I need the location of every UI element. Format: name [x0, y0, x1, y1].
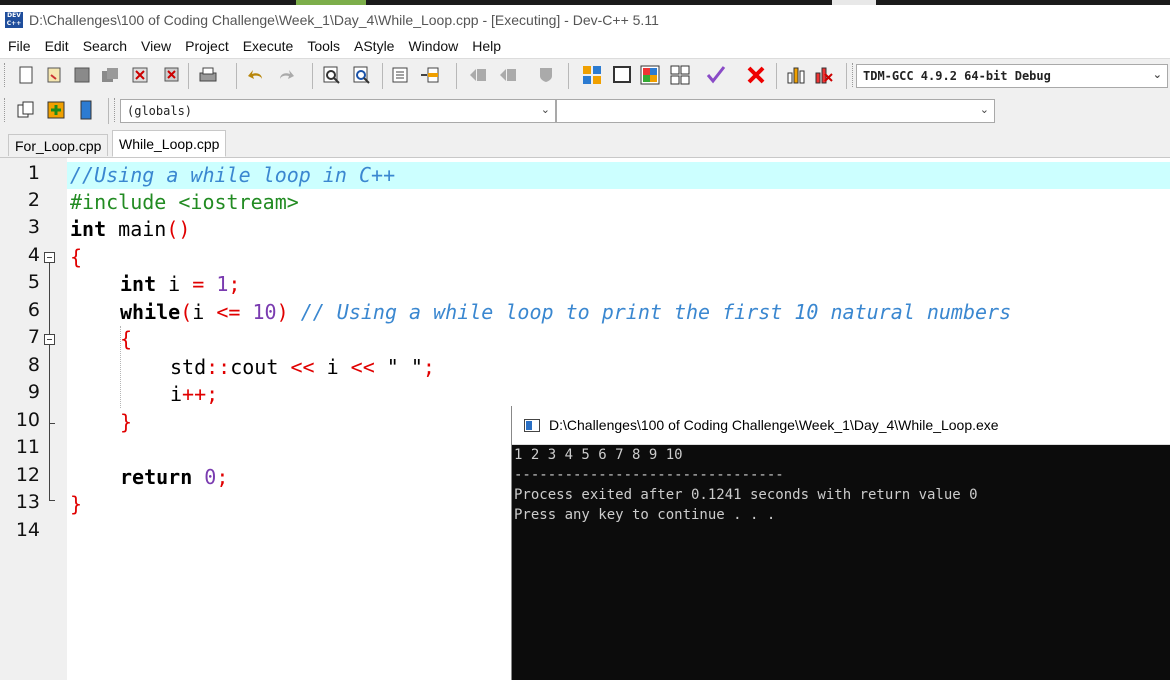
add-to-project-icon[interactable] — [46, 100, 66, 120]
shield-icon[interactable] — [536, 65, 556, 85]
fold-toggle-icon[interactable] — [44, 252, 55, 263]
console-app-icon — [524, 418, 540, 432]
chevron-down-icon: ⌄ — [540, 103, 550, 116]
insert-icon[interactable] — [16, 100, 36, 120]
console-title: D:\Challenges\100 of Coding Challenge\We… — [549, 417, 999, 433]
window-titlebar: DEV C++ D:\Challenges\100 of Coding Chall… — [0, 5, 1170, 34]
delete-profile-icon[interactable] — [814, 65, 834, 85]
goto-back-icon[interactable] — [468, 65, 488, 85]
tab-while-loop[interactable]: While_Loop.cpp — [112, 130, 227, 157]
line-number-gutter: 1 2 3 4 5 6 7 8 9 10 11 12 13 14 — [0, 158, 67, 680]
console-output-line: 1 2 3 4 5 6 7 8 9 10 — [514, 447, 683, 463]
devcpp-app-icon: DEV C++ — [5, 11, 23, 28]
code-line: { — [70, 245, 83, 269]
compile-icon[interactable] — [582, 65, 602, 85]
goto-forward-icon[interactable] — [498, 65, 518, 85]
replace-icon[interactable] — [352, 65, 372, 85]
menu-project[interactable]: Project — [178, 38, 236, 54]
line-number: 14 — [15, 519, 40, 541]
close-file-icon[interactable] — [130, 65, 150, 85]
console-separator: -------------------------------- — [514, 467, 784, 483]
function-select[interactable]: ⌄ — [556, 99, 995, 123]
compile-run-icon[interactable] — [640, 65, 660, 85]
main-toolbar: TDM-GCC 4.9.2 64-bit Debug ⌄ — [0, 58, 1170, 93]
line-number: 10 — [15, 409, 40, 431]
new-file-icon[interactable] — [16, 65, 36, 85]
line-number: 13 — [15, 491, 40, 513]
console-window[interactable]: D:\Challenges\100 of Coding Challenge\We… — [511, 406, 1170, 680]
open-file-icon[interactable] — [44, 65, 64, 85]
line-number: 6 — [27, 299, 40, 321]
code-line: while(i <= 10) // Using a while loop to … — [120, 300, 1012, 324]
scope-select-value: (globals) — [127, 104, 193, 118]
code-line: } — [70, 492, 83, 516]
code-line: { — [120, 327, 133, 351]
menu-edit[interactable]: Edit — [38, 38, 76, 54]
line-number: 5 — [27, 271, 40, 293]
line-number: 4 — [27, 244, 40, 266]
undo-icon[interactable] — [246, 65, 266, 85]
line-number: 9 — [27, 381, 40, 403]
compiler-select-value: TDM-GCC 4.9.2 64-bit Debug — [863, 69, 1051, 83]
menu-astyle[interactable]: AStyle — [347, 38, 401, 54]
menu-search[interactable]: Search — [76, 38, 134, 54]
line-number: 11 — [15, 436, 40, 458]
window-title: D:\Challenges\100 of Coding Challenge\We… — [29, 11, 659, 28]
syntax-check-icon[interactable] — [706, 65, 726, 85]
redo-icon[interactable] — [276, 65, 296, 85]
indent-icon[interactable] — [390, 65, 410, 85]
code-line: i++; — [170, 382, 219, 406]
line-number: 12 — [15, 464, 40, 486]
menu-window[interactable]: Window — [401, 38, 465, 54]
code-line: int i = 1; — [120, 272, 241, 296]
chevron-down-icon: ⌄ — [1152, 68, 1162, 81]
line-number: 8 — [27, 354, 40, 376]
menu-bar: File Edit Search View Project Execute To… — [0, 34, 1170, 58]
project-options-icon[interactable] — [76, 100, 96, 120]
save-all-icon[interactable] — [100, 65, 120, 85]
console-continue-prompt: Press any key to continue . . . — [514, 507, 776, 523]
console-exit-message: Process exited after 0.1241 seconds with… — [514, 487, 978, 503]
line-number: 1 — [27, 162, 40, 184]
print-icon[interactable] — [198, 65, 218, 85]
code-line: } — [120, 410, 133, 434]
close-all-icon[interactable] — [160, 65, 180, 85]
code-line: //Using a while loop in C++ — [70, 163, 396, 187]
run-icon[interactable] — [612, 65, 632, 85]
profile-chart-icon[interactable] — [786, 65, 806, 85]
rebuild-icon[interactable] — [670, 65, 690, 85]
line-number: 2 — [27, 189, 40, 211]
tab-for-loop[interactable]: For_Loop.cpp — [8, 134, 109, 156]
stop-execution-icon[interactable] — [746, 65, 766, 85]
code-line: int main() — [70, 217, 191, 241]
find-icon[interactable] — [322, 65, 342, 85]
fold-toggle-icon[interactable] — [44, 334, 55, 345]
save-icon[interactable] — [72, 65, 92, 85]
chevron-down-icon: ⌄ — [979, 103, 989, 116]
scope-select[interactable]: (globals) ⌄ — [120, 99, 556, 123]
toggle-bookmark-icon[interactable] — [420, 65, 440, 85]
menu-tools[interactable]: Tools — [300, 38, 347, 54]
line-number: 3 — [27, 216, 40, 238]
menu-help[interactable]: Help — [465, 38, 508, 54]
compiler-select[interactable]: TDM-GCC 4.9.2 64-bit Debug ⌄ — [856, 64, 1168, 88]
toolbar-grip — [4, 63, 8, 87]
menu-file[interactable]: File — [0, 38, 38, 54]
menu-execute[interactable]: Execute — [236, 38, 301, 54]
console-titlebar[interactable]: D:\Challenges\100 of Coding Challenge\We… — [512, 406, 1170, 445]
secondary-toolbar: (globals) ⌄ ⌄ — [0, 93, 1170, 129]
code-line: std::cout << i << " "; — [170, 355, 435, 379]
code-line: #include <iostream> — [70, 190, 299, 214]
code-line: return 0; — [120, 465, 229, 489]
line-number: 7 — [27, 326, 40, 348]
menu-view[interactable]: View — [134, 38, 178, 54]
editor-tabs: For_Loop.cpp While_Loop.cpp — [0, 129, 1170, 158]
